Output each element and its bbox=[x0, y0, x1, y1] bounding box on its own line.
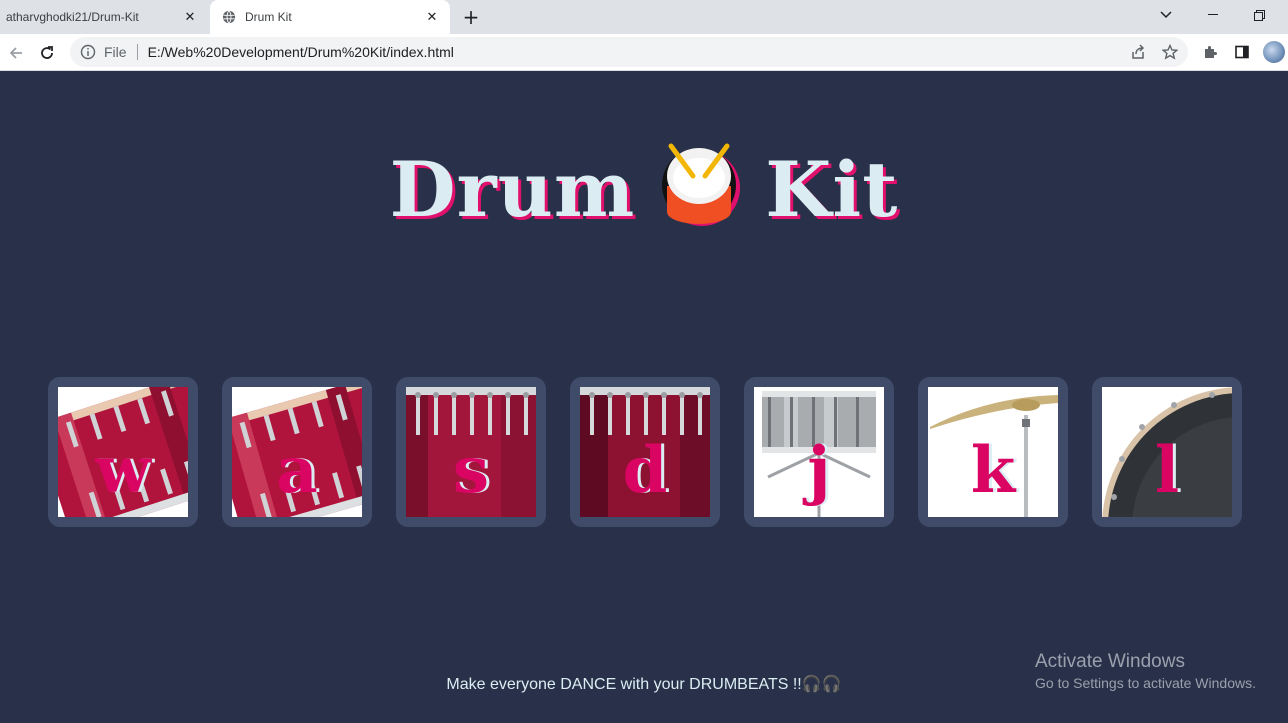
drum-emoji-icon bbox=[662, 143, 741, 226]
profile-avatar[interactable] bbox=[1263, 41, 1285, 63]
drum-button-s[interactable]: s bbox=[396, 377, 546, 527]
drum-button-j[interactable]: j bbox=[744, 377, 894, 527]
drum-key-label: l bbox=[1154, 433, 1180, 508]
drum-image-tom-3: s bbox=[406, 387, 536, 517]
info-icon[interactable] bbox=[80, 44, 96, 60]
drum-image-tom-4: d bbox=[580, 387, 710, 517]
drum-button-w[interactable]: w bbox=[48, 377, 198, 527]
tab-drum-kit[interactable]: Drum Kit ✕ bbox=[210, 0, 450, 34]
activation-subtitle: Go to Settings to activate Windows. bbox=[1035, 675, 1256, 691]
drum-button-a[interactable]: a bbox=[222, 377, 372, 527]
tab-label: Drum Kit bbox=[245, 10, 292, 24]
drum-button-k[interactable]: k bbox=[918, 377, 1068, 527]
bookmark-star-icon[interactable] bbox=[1159, 41, 1181, 63]
drum-set: w a s d j k l bbox=[48, 377, 1242, 527]
close-icon[interactable]: ✕ bbox=[424, 9, 440, 25]
drum-image-kick: l bbox=[1102, 387, 1232, 517]
drum-key-label: d bbox=[622, 433, 668, 508]
share-icon[interactable] bbox=[1127, 41, 1149, 63]
divider bbox=[136, 44, 138, 60]
tab-label: atharvghodki21/Drum-Kit bbox=[6, 10, 139, 24]
drum-button-l[interactable]: l bbox=[1092, 377, 1242, 527]
activation-title: Activate Windows bbox=[1035, 651, 1185, 672]
globe-icon bbox=[222, 10, 236, 24]
page-title: Drum Kit bbox=[0, 138, 1288, 234]
title-word-kit: Kit bbox=[765, 145, 899, 234]
browser-toolbar: File E:/Web%20Development/Drum%20Kit/ind… bbox=[0, 34, 1288, 71]
tab-search-icon[interactable] bbox=[1143, 0, 1189, 30]
back-arrow-icon[interactable] bbox=[4, 41, 28, 65]
title-word-drum: Drum bbox=[389, 145, 636, 234]
drum-button-d[interactable]: d bbox=[570, 377, 720, 527]
drum-image-tom-2: a bbox=[232, 387, 362, 517]
address-bar[interactable]: File E:/Web%20Development/Drum%20Kit/ind… bbox=[70, 37, 1188, 67]
drum-key-label: s bbox=[452, 433, 490, 508]
extensions-puzzle-icon[interactable] bbox=[1199, 41, 1221, 63]
new-tab-icon[interactable]: + bbox=[460, 6, 482, 28]
drum-key-label: k bbox=[970, 433, 1016, 508]
drum-image-tom-1: w bbox=[58, 387, 188, 517]
drum-key-label: j bbox=[807, 433, 831, 508]
reload-icon[interactable] bbox=[35, 41, 59, 65]
minimize-icon[interactable] bbox=[1190, 0, 1236, 30]
side-panel-icon[interactable] bbox=[1231, 41, 1253, 63]
close-icon[interactable]: ✕ bbox=[182, 9, 198, 25]
drum-image-crash: k bbox=[928, 387, 1058, 517]
url-text[interactable]: E:/Web%20Development/Drum%20Kit/index.ht… bbox=[148, 44, 454, 60]
restore-icon[interactable] bbox=[1236, 0, 1282, 30]
tab-github[interactable]: atharvghodki21/Drum-Kit ✕ bbox=[0, 0, 208, 34]
tab-bar: atharvghodki21/Drum-Kit ✕ Drum Kit ✕ + bbox=[0, 0, 1288, 34]
drum-key-label: w bbox=[95, 433, 151, 508]
drum-key-label: a bbox=[276, 433, 318, 508]
drum-image-snare: j bbox=[754, 387, 884, 517]
scheme-label: File bbox=[104, 44, 127, 60]
windows-activation-watermark: Activate Windows Go to Settings to activ… bbox=[1035, 651, 1256, 691]
